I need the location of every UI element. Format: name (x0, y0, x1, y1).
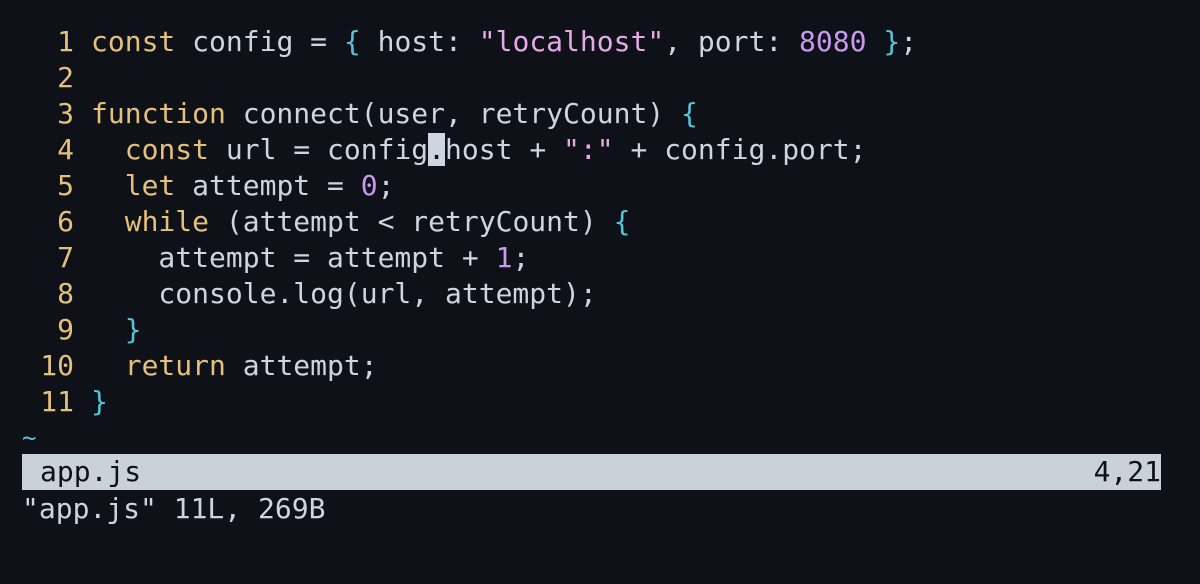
code-text[interactable]: const config = { host: "localhost", port… (91, 24, 917, 60)
code-token: while (124, 205, 210, 238)
code-line[interactable]: 9 } (0, 312, 1200, 348)
command-message-line[interactable]: "app.js" 11L, 269B (22, 491, 325, 527)
code-token: } (883, 25, 901, 58)
line-number: 9 (57, 313, 74, 346)
code-token: attempt; (225, 349, 378, 382)
code-token: { (681, 97, 698, 130)
cursor-position: 4,21 (1093, 455, 1161, 488)
code-token: } (124, 313, 142, 346)
code-token: host + (445, 133, 564, 166)
code-line[interactable]: 3 function connect(user, retryCount) { (0, 96, 1200, 132)
code-text[interactable]: console.log(url, attempt); (91, 276, 597, 312)
vim-window: { "editor": { "lines": [ {"num": "1", "t… (0, 0, 1200, 584)
code-text[interactable]: while (attempt < retryCount) { (91, 204, 631, 240)
empty-line-marker: ~ (22, 424, 37, 452)
text-cursor: . (428, 133, 446, 166)
code-token: const (91, 25, 176, 58)
code-line[interactable]: 11} (0, 384, 1200, 420)
code-line[interactable]: 5 let attempt = 0; (0, 168, 1200, 204)
line-number: 3 (57, 97, 74, 130)
code-line[interactable]: 8 console.log(url, attempt); (0, 276, 1200, 312)
code-token: , port: (664, 25, 800, 58)
line-number: 4 (57, 133, 74, 166)
code-text[interactable]: const url = config.host + ":" + config.p… (91, 132, 867, 168)
code-token: attempt = (175, 169, 361, 202)
line-number: 2 (57, 61, 74, 94)
status-line: app.js 4,21 (22, 454, 1161, 490)
code-token: config = (175, 25, 344, 58)
line-number: 6 (57, 205, 74, 238)
code-text[interactable]: return attempt; (91, 348, 378, 384)
line-number: 1 (57, 25, 74, 58)
code-line[interactable]: 6 while (attempt < retryCount) { (0, 204, 1200, 240)
code-token: 1 (495, 241, 513, 274)
code-token: let (124, 169, 176, 202)
code-line[interactable]: 2 (0, 60, 1200, 96)
code-token: return (124, 349, 226, 382)
code-buffer[interactable]: 1 const config = { host: "localhost", por… (0, 24, 1200, 420)
code-token: ; (900, 25, 918, 58)
code-token: ; (512, 241, 530, 274)
code-token: console.log(url, attempt); (91, 277, 597, 310)
code-token: ; (377, 169, 395, 202)
code-line[interactable]: 10 return attempt; (0, 348, 1200, 384)
code-line[interactable]: 4 const url = config.host + ":" + config… (0, 132, 1200, 168)
code-line[interactable]: 7 attempt = attempt + 1; (0, 240, 1200, 276)
code-text[interactable]: attempt = attempt + 1; (91, 240, 529, 276)
code-token: const (124, 133, 210, 166)
code-text[interactable]: let attempt = 0; (91, 168, 395, 204)
code-token: url = config (209, 133, 429, 166)
line-number: 7 (57, 241, 74, 274)
code-token: } (91, 385, 108, 418)
code-token: (attempt < retryCount) (209, 205, 614, 238)
code-text[interactable]: function connect(user, retryCount) { (91, 96, 698, 132)
code-token: + config.port; (613, 133, 867, 166)
code-token: 8080 (799, 25, 867, 58)
code-token: 0 (360, 169, 378, 202)
code-line[interactable]: 1 const config = { host: "localhost", por… (0, 24, 1200, 60)
code-token: host: (360, 25, 479, 58)
code-token: { (613, 205, 631, 238)
code-text[interactable]: } (91, 384, 108, 420)
status-filename: app.js (40, 455, 142, 488)
code-text[interactable]: } (91, 312, 142, 348)
code-token: ":" (563, 133, 614, 166)
code-token: connect(user, retryCount) (225, 97, 682, 130)
line-number: 8 (57, 277, 74, 310)
code-token: function (91, 97, 226, 130)
line-number: 11 (40, 385, 74, 418)
line-number: 5 (57, 169, 74, 202)
code-token: "localhost" (478, 25, 665, 58)
code-token: attempt = attempt + (91, 241, 496, 274)
code-token: { (343, 25, 361, 58)
line-number: 10 (40, 349, 74, 382)
